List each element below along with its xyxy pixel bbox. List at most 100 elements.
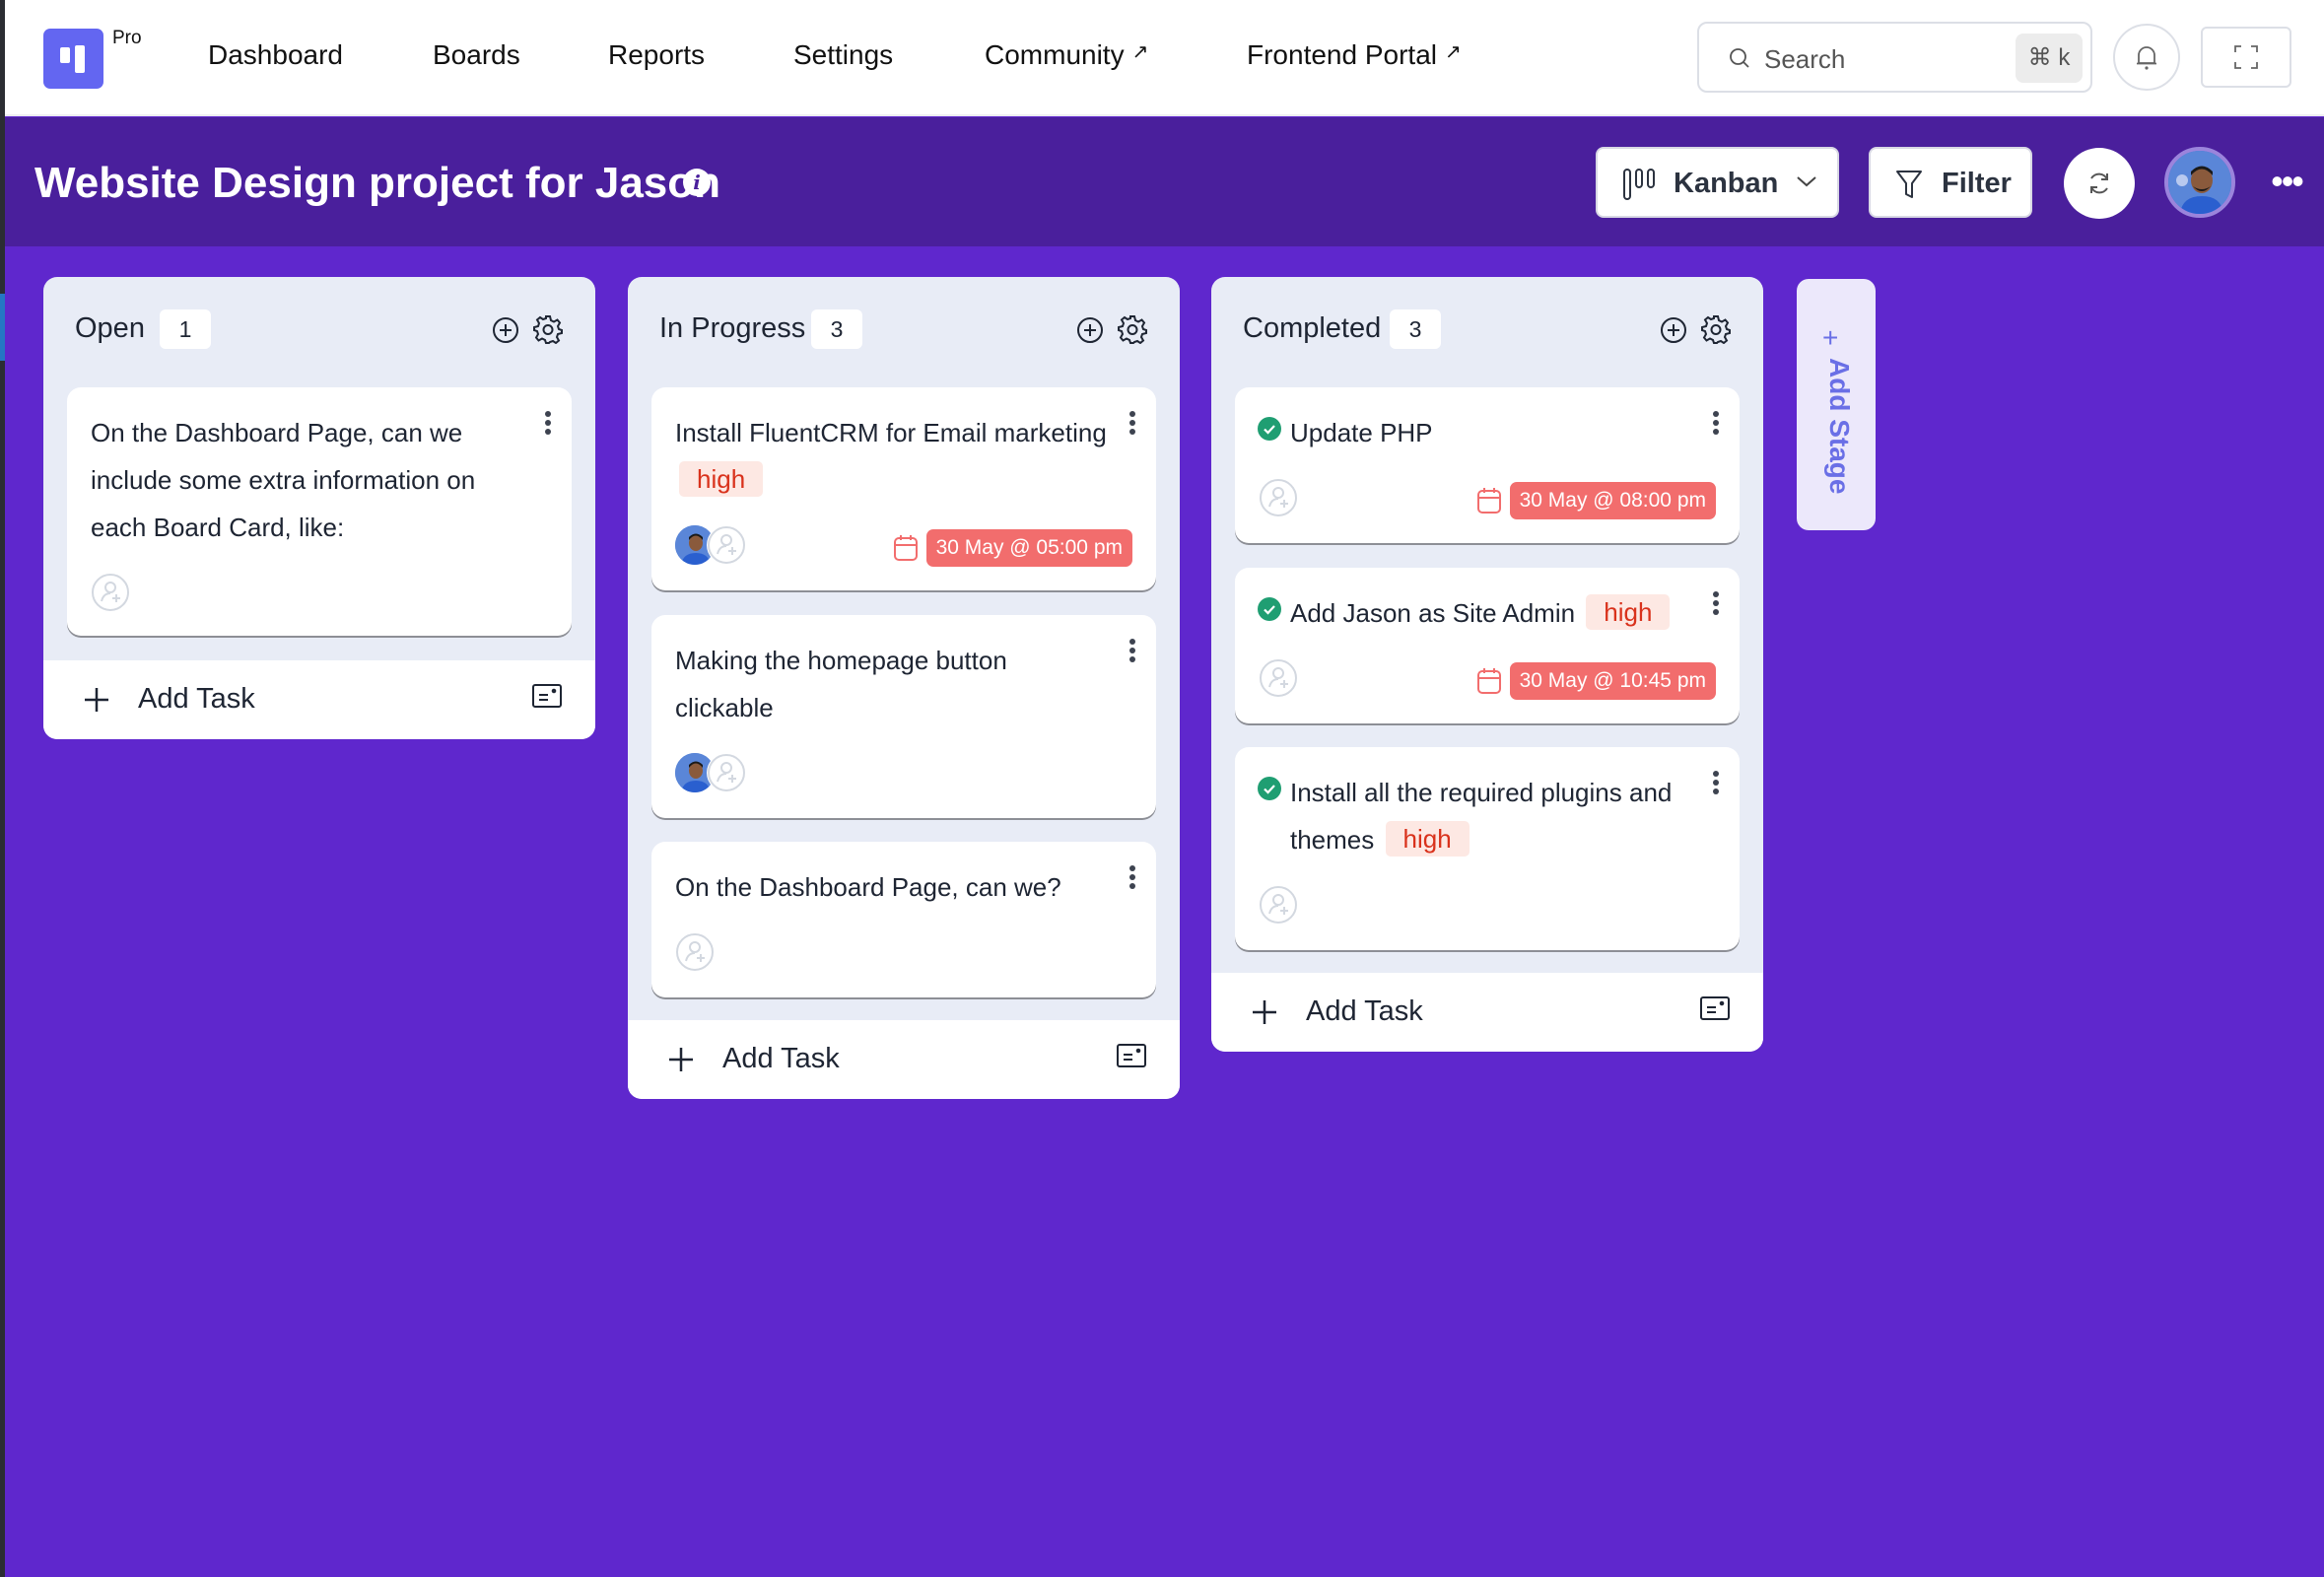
bell-icon [2137,46,2156,70]
column-title: In Progress [659,312,806,344]
user-photo [2168,151,2231,214]
plus-icon: + [1822,322,1839,353]
top-navigation: Pro Dashboard Boards Reports Settings Co… [5,0,2324,116]
refresh-button[interactable] [2064,148,2135,219]
task-menu-icon[interactable] [1125,411,1140,439]
column-title: Open [75,312,145,344]
task-template-icon[interactable] [1117,1044,1146,1069]
add-user-icon [675,932,715,972]
task-menu-icon[interactable] [1708,771,1724,798]
filter-button[interactable]: Filter [1869,147,2032,218]
task-template-icon[interactable] [1700,996,1730,1022]
priority-badge: high [679,461,764,497]
search-input[interactable]: Search ⌘ k [1697,22,2092,93]
due-date-badge: 30 May @ 08:00 pm [1509,482,1716,519]
add-stage-label: Add Stage [1824,358,1855,495]
assign-user-button[interactable] [1259,885,1298,925]
add-user-icon [1259,478,1298,517]
task-title: Making the homepage button clickable [675,646,1007,722]
nav-boards[interactable]: Boards [433,39,520,71]
plus-icon [669,1048,693,1071]
task-menu-icon[interactable] [1708,411,1724,439]
assign-user-button[interactable] [1259,658,1298,698]
refresh-icon [2090,172,2108,194]
due-date[interactable]: 30 May @ 05:00 pm [893,529,1132,567]
add-circle-icon[interactable] [1076,316,1104,344]
chevron-down-icon [1797,176,1816,187]
task-card[interactable]: Install FluentCRM for Email marketing hi… [651,387,1156,590]
plan-badge: Pro [112,28,142,48]
external-link-icon: ↗ [1131,41,1149,63]
task-card[interactable]: Making the homepage button clickable [651,615,1156,818]
completed-check-icon [1258,777,1281,800]
calendar-icon [893,535,918,561]
gear-icon[interactable] [1701,314,1731,344]
column-header: Completed 3 [1211,277,1763,376]
add-task-button[interactable]: Add Task [1211,973,1763,1052]
calendar-icon [1476,488,1501,514]
task-card[interactable]: Update PHP 30 May @ 08:00 pm [1235,387,1740,543]
add-user-icon [1259,885,1298,925]
nav-settings[interactable]: Settings [793,39,893,71]
assignees[interactable] [675,753,746,792]
column-count: 3 [1390,309,1441,349]
task-card[interactable]: Add Jason as Site Admin high 30 May @ 10… [1235,568,1740,723]
window-edge-highlight [0,294,5,361]
add-user-icon [1259,658,1298,698]
task-title: On the Dashboard Page, can we include so… [91,418,476,542]
due-date-badge: 30 May @ 10:45 pm [1509,662,1716,700]
add-task-button[interactable]: Add Task [43,660,595,739]
kanban-icon [1623,169,1655,200]
task-menu-icon[interactable] [1708,591,1724,619]
add-task-label: Add Task [722,1043,840,1074]
task-menu-icon[interactable] [1125,865,1140,893]
plus-icon [1253,1000,1276,1024]
column-header: Open 1 [43,277,595,376]
add-stage-button[interactable]: + Add Stage [1797,279,1876,530]
external-link-icon: ↗ [1445,41,1462,63]
app-logo[interactable] [43,29,103,89]
calendar-icon [1476,668,1501,694]
user-avatar[interactable] [2164,147,2235,218]
nav-dashboard[interactable]: Dashboard [208,39,343,71]
task-title: Install FluentCRM for Email marketing hi… [675,409,1109,504]
task-menu-icon[interactable] [540,411,556,439]
priority-badge: high [1385,821,1470,857]
task-title: Add Jason as Site Admin high [1290,589,1714,637]
due-date[interactable]: 30 May @ 08:00 pm [1476,482,1716,519]
add-task-button[interactable]: Add Task [628,1020,1180,1099]
column-header: In Progress 3 [628,277,1180,376]
fullscreen-icon [2234,45,2258,69]
notifications-button[interactable] [2113,24,2180,91]
nav-community[interactable]: Community ↗ [985,39,1148,71]
fullscreen-button[interactable] [2201,27,2291,88]
add-user-icon [707,753,746,792]
add-circle-icon[interactable] [492,316,519,344]
assignees[interactable] [675,525,746,565]
assign-user-button[interactable] [1259,478,1298,517]
more-options-button[interactable]: ••• [2262,164,2311,199]
search-shortcut: ⌘ k [2016,34,2083,83]
due-date[interactable]: 30 May @ 10:45 pm [1476,662,1716,700]
column-in-progress: In Progress 3 Install FluentCRM for Emai… [628,277,1180,1099]
add-task-label: Add Task [138,683,255,715]
gear-icon[interactable] [1118,314,1147,344]
task-template-icon[interactable] [532,684,562,710]
view-selector-dropdown[interactable]: Kanban [1596,147,1839,218]
board-title: Website Design project for Jason [34,159,721,207]
nav-frontend-portal[interactable]: Frontend Portal ↗ [1247,39,1462,71]
add-task-label: Add Task [1306,995,1423,1027]
task-menu-icon[interactable] [1125,639,1140,666]
task-card[interactable]: On the Dashboard Page, can we include so… [67,387,572,636]
assign-user-button[interactable] [675,932,715,972]
add-circle-icon[interactable] [1660,316,1687,344]
gear-icon[interactable] [533,314,563,344]
assign-user-button[interactable] [91,573,130,612]
nav-reports[interactable]: Reports [608,39,705,71]
info-icon[interactable]: i [683,169,711,196]
column-count: 3 [811,309,862,349]
task-card[interactable]: Install all the required plugins and the… [1235,747,1740,950]
priority-badge: high [1586,594,1671,630]
task-card[interactable]: On the Dashboard Page, can we? [651,842,1156,997]
view-selector-label: Kanban [1674,168,1779,199]
